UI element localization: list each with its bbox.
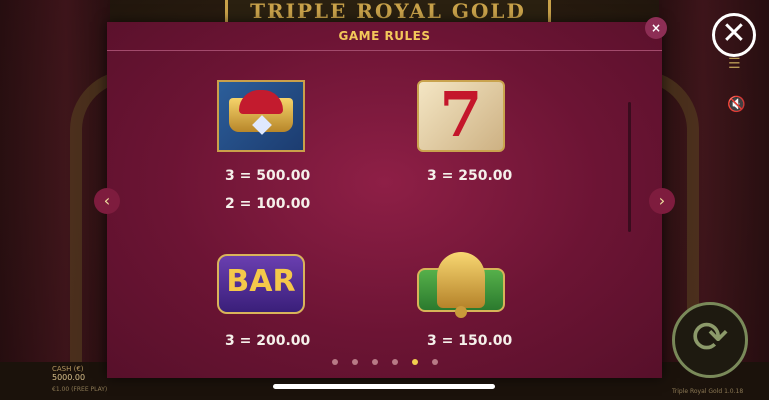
- next-page-button[interactable]: ›: [649, 188, 675, 214]
- page-dot[interactable]: [332, 359, 338, 365]
- close-icon[interactable]: ✕: [712, 13, 756, 57]
- bar-symbol: BAR: [217, 254, 305, 314]
- spin-button[interactable]: ⟳: [672, 302, 748, 378]
- bell-icon: [437, 252, 485, 308]
- pagination-dots: [332, 359, 442, 367]
- crown-payout-2: 2 = 100.00: [225, 196, 311, 212]
- game-rules-modal: GAME RULES × ‹ › 3 = 500.00 2 = 100.00 7…: [94, 17, 675, 378]
- bar-payout-1: 3 = 200.00: [225, 333, 311, 349]
- page-dot-active[interactable]: [412, 359, 418, 365]
- bell-clapper: [455, 306, 467, 318]
- scrollbar[interactable]: [628, 102, 631, 232]
- menu-icon[interactable]: ☰: [728, 56, 741, 72]
- spin-icon: ⟳: [691, 312, 729, 363]
- crown-payout-1: 3 = 500.00: [225, 168, 311, 184]
- seven-payout-1: 3 = 250.00: [427, 168, 513, 184]
- modal-header: GAME RULES: [107, 22, 662, 51]
- crown-symbol: [217, 80, 305, 152]
- modal-close-button[interactable]: ×: [645, 17, 667, 39]
- page-dot[interactable]: [372, 359, 378, 365]
- bell-payout-1: 3 = 150.00: [427, 333, 513, 349]
- seven-symbol: 7: [417, 78, 505, 152]
- mute-icon[interactable]: 🔇: [727, 95, 746, 113]
- prev-page-button[interactable]: ‹: [94, 188, 120, 214]
- version-info: Triple Royal Gold 1.0.18: [672, 388, 744, 395]
- bar-symbol-text: BAR: [226, 264, 296, 299]
- page-dot[interactable]: [432, 359, 438, 365]
- home-indicator[interactable]: [273, 384, 495, 389]
- modal-title: GAME RULES: [338, 29, 431, 43]
- page-dot[interactable]: [392, 359, 398, 365]
- credit-label: CASH (€): [52, 365, 84, 373]
- bet-info: €1.00 (FREE PLAY): [52, 386, 108, 393]
- page-dot[interactable]: [352, 359, 358, 365]
- seven-symbol-text: 7: [439, 78, 483, 151]
- crown-velvet: [239, 90, 283, 114]
- bell-symbol: [417, 248, 505, 320]
- credit-value: 5000.00: [52, 373, 86, 382]
